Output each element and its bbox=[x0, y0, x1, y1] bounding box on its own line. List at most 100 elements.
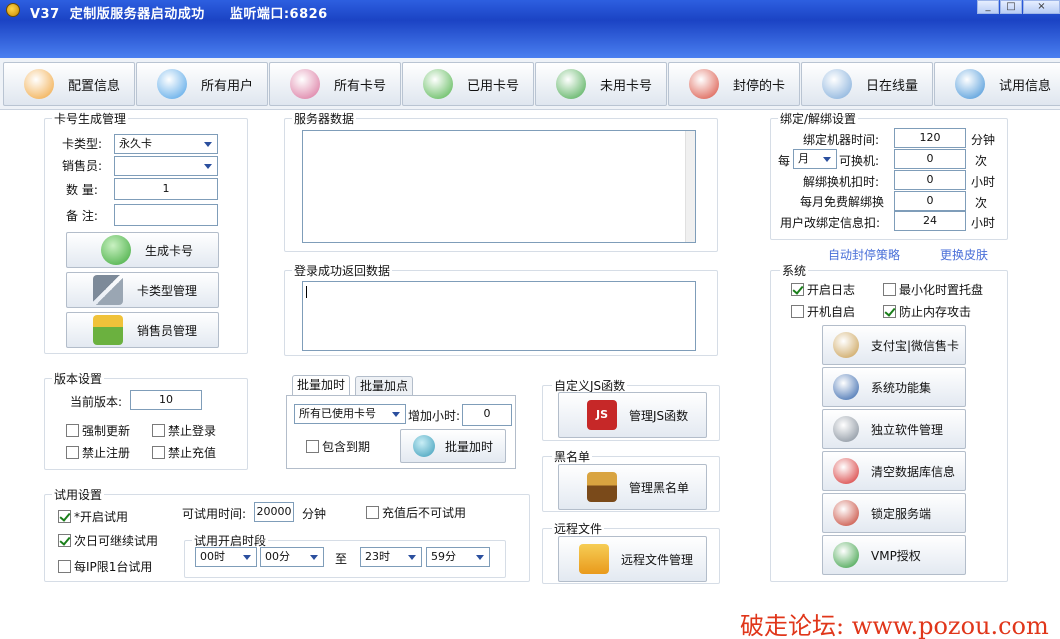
current-version-input[interactable]: 10 bbox=[130, 390, 202, 410]
changeable-input[interactable]: 0 bbox=[894, 149, 966, 169]
toolbar-button-label: 所有卡号 bbox=[334, 78, 387, 94]
include-expired-checkbox[interactable]: 包含到期 bbox=[306, 438, 370, 455]
generate-card-label: 生成卡号 bbox=[145, 243, 194, 258]
change-skin-link[interactable]: 更换皮肤 bbox=[940, 246, 988, 263]
server-data-textarea[interactable] bbox=[302, 130, 696, 243]
batch-add-time-button[interactable]: 批量加时 bbox=[400, 429, 506, 463]
lock-icon bbox=[833, 500, 859, 526]
checkbox-box bbox=[66, 446, 79, 459]
toolbar-button-label: 配置信息 bbox=[68, 78, 121, 94]
remote-file-group-title: 远程文件 bbox=[552, 520, 605, 537]
system-button-4[interactable]: 锁定服务端 bbox=[822, 493, 966, 533]
toolbar-button-7[interactable]: 试用信息 bbox=[934, 62, 1060, 106]
trial-time-label: 可试用时间: bbox=[182, 507, 247, 521]
toolbar-button-3[interactable]: 已用卡号 bbox=[402, 62, 534, 106]
seller-manage-label: 销售员管理 bbox=[137, 323, 198, 338]
tab-batch-time[interactable]: 批量加时 bbox=[292, 375, 351, 395]
checkbox-box bbox=[306, 440, 319, 453]
text-cursor bbox=[306, 286, 307, 298]
next-day-trial-checkbox[interactable]: 次日可继续试用 bbox=[58, 532, 158, 549]
system-button-2[interactable]: 独立软件管理 bbox=[822, 409, 966, 449]
system-button-0[interactable]: 支付宝|微信售卡 bbox=[822, 325, 966, 365]
minimize-tray-checkbox[interactable]: 最小化时置托盘 bbox=[883, 281, 983, 298]
blacklist-user-icon bbox=[587, 472, 617, 502]
enable-trial-checkbox[interactable]: *开启试用 bbox=[58, 508, 128, 525]
checkbox-box bbox=[152, 446, 165, 459]
trial-start-hour-select[interactable]: 00时 bbox=[195, 547, 257, 567]
free-unbind-input[interactable]: 0 bbox=[894, 191, 966, 211]
force-update-label: 强制更新 bbox=[82, 424, 131, 438]
binding-group-title: 绑定/解绑设置 bbox=[778, 110, 859, 127]
checkbox-box bbox=[58, 510, 71, 523]
note-input[interactable] bbox=[114, 204, 218, 226]
system-button-1[interactable]: 系统功能集 bbox=[822, 367, 966, 407]
card-type-label: 卡类型: bbox=[62, 137, 103, 151]
money-bag-icon bbox=[833, 332, 859, 358]
tab-batch-points[interactable]: 批量加点 bbox=[355, 376, 414, 396]
seller-manage-button[interactable]: 销售员管理 bbox=[66, 312, 219, 348]
open-log-checkbox[interactable]: 开启日志 bbox=[791, 281, 855, 298]
toolbar-button-2[interactable]: 所有卡号 bbox=[269, 62, 401, 106]
no-login-checkbox[interactable]: 禁止登录 bbox=[152, 422, 216, 439]
card-type-select[interactable]: 永久卡 bbox=[114, 134, 218, 154]
toolbar-button-4[interactable]: 未用卡号 bbox=[535, 62, 667, 106]
manage-js-button[interactable]: JS 管理JS函数 bbox=[558, 392, 707, 438]
remote-file-button[interactable]: 远程文件管理 bbox=[558, 536, 707, 582]
toolbar-button-5[interactable]: 封停的卡 bbox=[668, 62, 800, 106]
add-hours-input[interactable]: 0 bbox=[462, 404, 512, 426]
trial-time-input[interactable]: 20000 bbox=[254, 502, 294, 522]
no-trial-after-recharge-checkbox[interactable]: 充值后不可试用 bbox=[366, 504, 466, 521]
gear-icon bbox=[833, 374, 859, 400]
user-change-label: 用户改绑定信息扣: bbox=[780, 216, 881, 230]
qty-input[interactable]: 1 bbox=[114, 178, 218, 200]
batch-add-time-label: 批量加时 bbox=[445, 439, 494, 454]
auto-start-checkbox[interactable]: 开机自启 bbox=[791, 303, 855, 320]
toolbar-button-6[interactable]: 日在线量 bbox=[801, 62, 933, 106]
shield-icon bbox=[833, 542, 859, 568]
trial-end-hour-select[interactable]: 23时 bbox=[360, 547, 422, 567]
users-group-icon bbox=[290, 69, 320, 99]
user-change-unit: 小时 bbox=[971, 216, 996, 230]
no-recharge-checkbox[interactable]: 禁止充值 bbox=[152, 444, 216, 461]
toolbar-button-label: 所有用户 bbox=[201, 78, 254, 94]
maximize-button[interactable]: □ bbox=[1000, 0, 1022, 14]
minimize-tray-label: 最小化时置托盘 bbox=[899, 283, 984, 297]
tools-icon bbox=[93, 275, 123, 305]
toolbar-button-label: 试用信息 bbox=[999, 78, 1052, 94]
close-button[interactable]: × bbox=[1023, 0, 1060, 14]
card-type-manage-button[interactable]: 卡类型管理 bbox=[66, 272, 219, 308]
trial-start-minute-select[interactable]: 00分 bbox=[260, 547, 324, 567]
generate-card-button[interactable]: 生成卡号 bbox=[66, 232, 219, 268]
anti-memory-attack-checkbox[interactable]: 防止内存攻击 bbox=[883, 303, 971, 320]
batch-scope-select[interactable]: 所有已使用卡号 bbox=[294, 404, 406, 424]
system-button-3[interactable]: 清空数据库信息 bbox=[822, 451, 966, 491]
toolbar-button-1[interactable]: 所有用户 bbox=[136, 62, 268, 106]
period-select[interactable]: 月 bbox=[793, 149, 837, 169]
system-button-5[interactable]: VMP授权 bbox=[822, 535, 966, 575]
manage-js-label: 管理JS函数 bbox=[629, 408, 689, 423]
bind-machine-time-input[interactable]: 120 bbox=[894, 128, 966, 148]
no-register-checkbox[interactable]: 禁止注册 bbox=[66, 444, 130, 461]
ip-limit-checkbox[interactable]: 每IP限1台试用 bbox=[58, 558, 152, 575]
no-login-label: 禁止登录 bbox=[168, 424, 217, 438]
toolbar-button-0[interactable]: 配置信息 bbox=[3, 62, 135, 106]
trial-time-unit: 分钟 bbox=[302, 507, 327, 521]
checkbox-box bbox=[883, 283, 896, 296]
manage-blacklist-button[interactable]: 管理黑名单 bbox=[558, 464, 707, 510]
force-update-checkbox[interactable]: 强制更新 bbox=[66, 422, 130, 439]
login-data-textarea[interactable] bbox=[302, 281, 696, 351]
server-data-scrollbar[interactable] bbox=[685, 131, 695, 242]
app-logo-icon bbox=[6, 3, 20, 17]
window-title: V37 定制版服务器启动成功 监听端口:6826 bbox=[30, 7, 328, 22]
user-block-icon bbox=[689, 69, 719, 99]
seller-select[interactable] bbox=[114, 156, 218, 176]
auto-ban-link[interactable]: 自动封停策略 bbox=[828, 246, 900, 263]
toolbar-button-label: 封停的卡 bbox=[733, 78, 786, 94]
minimize-button[interactable]: _ bbox=[977, 0, 999, 14]
trial-end-minute-select[interactable]: 59分 bbox=[426, 547, 490, 567]
unbind-deduct-input[interactable]: 0 bbox=[894, 170, 966, 190]
checkbox-box bbox=[152, 424, 165, 437]
per-label: 每 bbox=[778, 154, 791, 168]
user-change-input[interactable]: 24 bbox=[894, 211, 966, 231]
toolbar-button-label: 日在线量 bbox=[866, 78, 919, 94]
